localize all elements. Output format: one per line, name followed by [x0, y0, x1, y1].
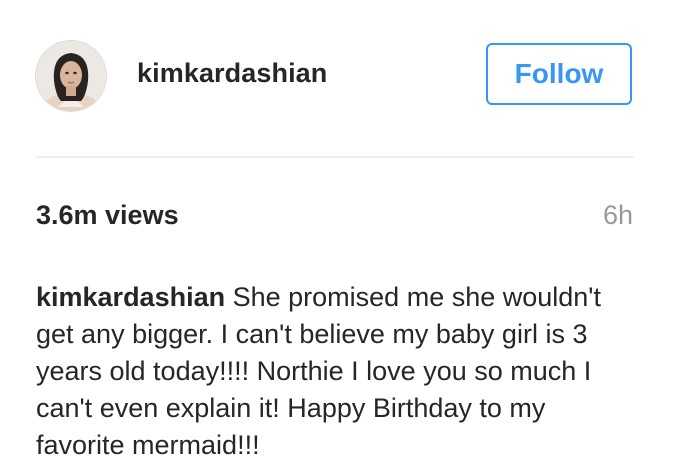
profile-photo-icon [36, 41, 106, 111]
avatar[interactable] [36, 41, 106, 111]
divider [36, 156, 634, 158]
view-count: 3.6m views [36, 200, 179, 230]
post-header: kimkardashian Follow [36, 36, 634, 112]
post-timestamp: 6h [602, 200, 633, 230]
caption-username[interactable]: kimkardashian [36, 282, 225, 312]
post-caption: kimkardashian She promised me she wouldn… [36, 279, 636, 464]
username[interactable]: kimkardashian [137, 58, 327, 89]
follow-button[interactable]: Follow [486, 43, 632, 105]
instagram-post-view: kimkardashian Follow 3.6m views 6h kimka… [0, 0, 680, 465]
